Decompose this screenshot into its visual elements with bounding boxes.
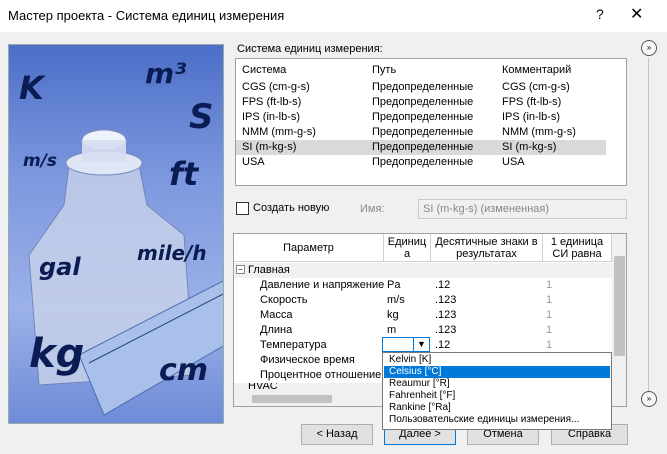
system-name: IPS (in-lb-s) [242, 111, 301, 123]
system-name: CGS (cm-g-s) [242, 81, 310, 93]
hdr-si: 1 единица СИ равна [543, 234, 612, 262]
unit-m3: m³ [145, 57, 187, 90]
create-new-checkbox[interactable] [236, 202, 249, 215]
group-main-row[interactable]: − Главная [234, 263, 612, 278]
list-item[interactable]: FPS (ft-lb-s) Предопределенные FPS (ft-l… [236, 95, 606, 110]
col-comment: Комментарий [502, 64, 572, 76]
unit-cm: cm [159, 353, 209, 388]
table-row[interactable]: Масса kg .123 1 [234, 308, 612, 323]
param-si: 1 [546, 339, 553, 351]
param-name: Масса [260, 309, 293, 321]
list-item[interactable]: USA Предопределенные USA [236, 155, 606, 170]
system-comment: SI (m-kg-s) [502, 141, 557, 153]
param-name: Скорость [260, 294, 308, 306]
close-icon[interactable]: ✕ [630, 4, 643, 24]
system-path: Предопределенные [372, 81, 474, 93]
param-si: 1 [546, 324, 553, 336]
system-path: Предопределенные [372, 111, 474, 123]
system-name: NMM (mm-g-s) [242, 126, 316, 138]
scroll-thumb[interactable] [614, 256, 625, 356]
expand-top-icon[interactable]: » [641, 40, 657, 56]
hscroll-thumb[interactable] [252, 395, 332, 403]
option-celsius[interactable]: Celsius [°C] [384, 366, 610, 378]
table-row[interactable]: Скорость m/s .123 1 [234, 293, 612, 308]
param-decimals: .123 [435, 324, 457, 336]
system-comment: USA [502, 156, 525, 168]
name-field[interactable]: SI (m-kg-s) (измененная) [418, 199, 627, 219]
option-rankine[interactable]: Rankine [°Ra] [384, 402, 610, 414]
param-decimals: .123 [435, 309, 457, 321]
create-new-label: Создать новую [253, 202, 330, 214]
system-path: Предопределенные [372, 96, 474, 108]
param-unit: m/s [387, 294, 405, 306]
table-row[interactable]: Давление и напряжение Pa .12 1 [234, 278, 612, 293]
list-item[interactable]: NMM (mm-g-s) Предопределенные NMM (mm-g-… [236, 125, 606, 140]
unit-k: K [19, 69, 44, 107]
param-si: 1 [546, 294, 553, 306]
unit-ft: ft [169, 155, 199, 193]
unit-kg: kg [29, 331, 85, 377]
unit-ms: m/s [23, 151, 58, 171]
window-title: Мастер проекта - Система единиц измерени… [8, 8, 285, 23]
side-divider [648, 58, 649, 398]
hdr-param: Параметр [234, 234, 384, 262]
col-path: Путь [372, 64, 397, 76]
table-row[interactable]: Длина m .123 1 [234, 323, 612, 338]
param-name: Давление и напряжение [260, 279, 385, 291]
title-bar: Мастер проекта - Система единиц измерени… [0, 0, 667, 32]
option-kelvin[interactable]: Kelvin [K] [384, 354, 610, 366]
option-fahrenheit[interactable]: Fahrenheit [°F] [384, 390, 610, 402]
col-system: Система [242, 64, 287, 76]
help-icon[interactable]: ? [596, 6, 604, 22]
group-main-label: Главная [248, 264, 290, 276]
system-list[interactable]: Система Путь Комментарий CGS (cm-g-s) Пр… [235, 58, 627, 186]
system-name: FPS (ft-lb-s) [242, 96, 302, 108]
unit-s: S [189, 97, 214, 137]
group-hvac-label: HVAC [248, 383, 278, 392]
system-comment: IPS (in-lb-s) [502, 111, 561, 123]
hdr-decimals: Десятичные знаки в результатах [431, 234, 543, 262]
system-path: Предопределенные [372, 141, 474, 153]
list-header: Система Путь Комментарий [236, 63, 606, 78]
unit-gal: gal [39, 253, 81, 281]
list-item[interactable]: CGS (cm-g-s) Предопределенные CGS (cm-g-… [236, 80, 606, 95]
system-path: Предопределенные [372, 156, 474, 168]
system-path: Предопределенные [372, 126, 474, 138]
option-custom-units[interactable]: Пользовательские единицы измерения... [384, 414, 610, 426]
system-comment: NMM (mm-g-s) [502, 126, 576, 138]
system-name: SI (m-kg-s) [242, 141, 297, 153]
param-decimals: .123 [435, 294, 457, 306]
param-name: Длина [260, 324, 293, 336]
param-name: Температура [260, 339, 327, 351]
unit-mileh: mile/h [137, 241, 207, 265]
name-label: Имя: [360, 203, 385, 215]
system-group-label: Система единиц измерения: [237, 43, 383, 55]
param-si: 1 [546, 309, 553, 321]
temperature-unit-dropdown[interactable]: Kelvin [K] Celsius [°C] Reaumur [°R] Fah… [382, 352, 612, 430]
units-illustration: K m³ S m/s ft gal mile/h kg cm [8, 44, 224, 424]
system-comment: CGS (cm-g-s) [502, 81, 570, 93]
system-comment: FPS (ft-lb-s) [502, 96, 562, 108]
list-item-selected[interactable]: SI (m-kg-s) Предопределенные SI (m-kg-s) [236, 140, 606, 155]
param-unit: Pa [387, 279, 401, 291]
list-item[interactable]: IPS (in-lb-s) Предопределенные IPS (in-l… [236, 110, 606, 125]
expand-bottom-icon[interactable]: » [641, 391, 657, 407]
hdr-unit: Единиц а [384, 234, 431, 262]
param-unit: m [387, 324, 397, 336]
param-decimals: .12 [435, 339, 451, 351]
param-name: Процентное отношение [260, 369, 382, 381]
system-name: USA [242, 156, 265, 168]
option-reaumur[interactable]: Reaumur [°R] [384, 378, 610, 390]
temperature-unit-combo[interactable]: ▼ [382, 337, 430, 352]
param-si: 1 [546, 279, 553, 291]
grid-vertical-scrollbar[interactable] [612, 234, 626, 406]
back-button[interactable]: < Назад [301, 424, 373, 445]
chevron-down-icon[interactable]: ▼ [413, 338, 429, 351]
param-name: Физическое время [260, 354, 355, 366]
param-decimals: .12 [435, 279, 451, 291]
param-unit: kg [387, 309, 399, 321]
collapse-icon[interactable]: − [236, 265, 245, 274]
